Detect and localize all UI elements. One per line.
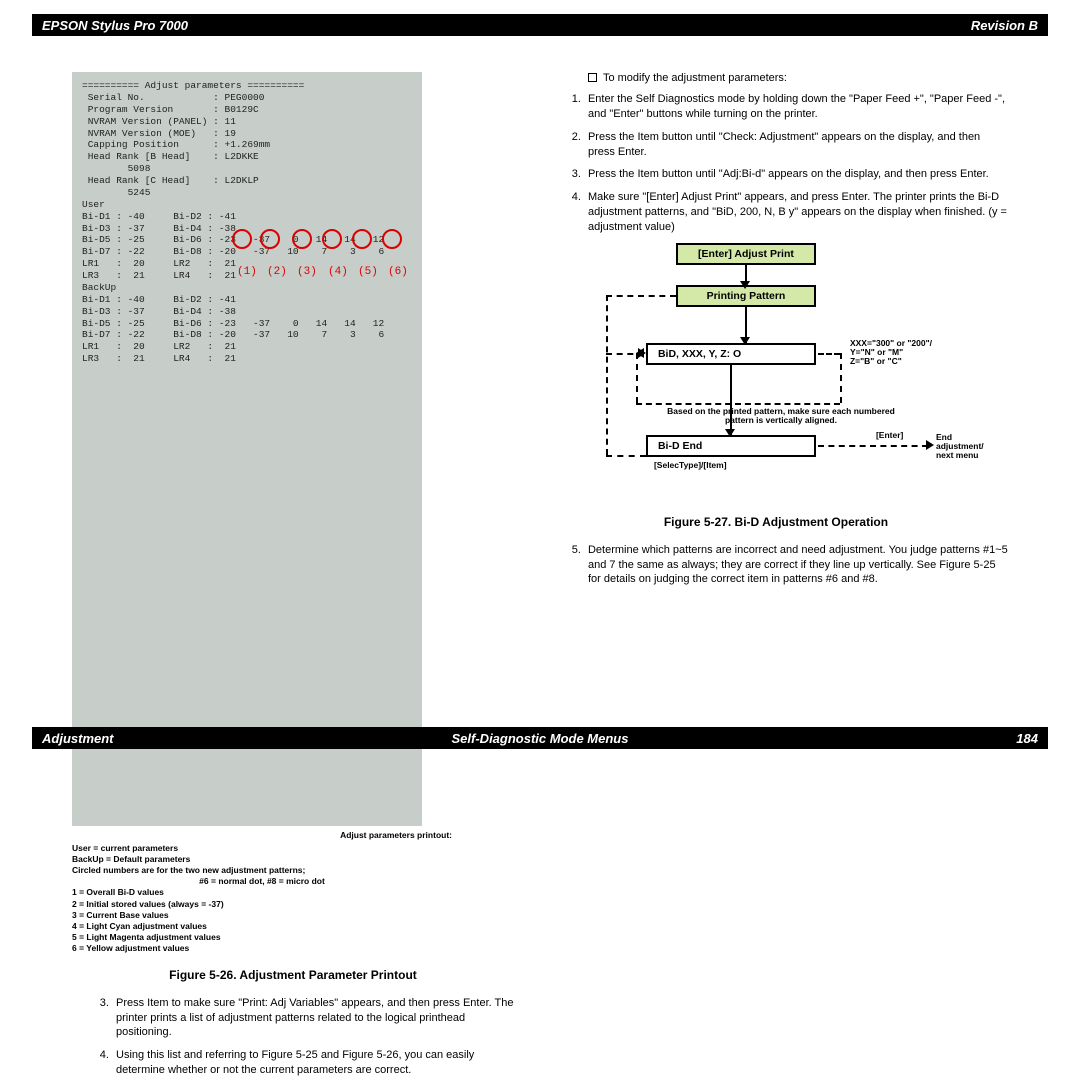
flow-note-xxx: XXX="300" or "200"/ Y="N" or "M" Z="B" o… <box>850 339 960 367</box>
footer-bar: Adjustment Self-Diagnostic Mode Menus 18… <box>32 727 1048 749</box>
modify-intro: To modify the adjustment parameters: <box>544 72 1008 84</box>
right-steps: Enter the Self Diagnostics mode by holdi… <box>544 92 1008 235</box>
flow-box-end: Bi-D End <box>646 435 816 457</box>
page-body: ========== Adjust parameters ========== … <box>32 42 1048 721</box>
footer-right: 184 <box>1016 731 1038 746</box>
r-step-4: Make sure "[Enter] Adjust Print" appears… <box>584 190 1008 235</box>
header-left: EPSON Stylus Pro 7000 <box>42 18 188 33</box>
flow-note-aligned: Based on the printed pattern, make sure … <box>656 407 906 426</box>
step-4: Using this list and referring to Figure … <box>112 1048 514 1078</box>
flow-lab-enter: [Enter] <box>876 431 903 440</box>
figure-5-27-caption: Figure 5-27. Bi-D Adjustment Operation <box>544 515 1008 529</box>
left-column: ========== Adjust parameters ========== … <box>72 72 514 711</box>
r-step-2: Press the Item button until "Check: Adju… <box>584 130 1008 160</box>
step-3: Press Item to make sure "Print: Adj Vari… <box>112 996 514 1041</box>
flow-box-adjust-print: [Enter] Adjust Print <box>676 243 816 265</box>
flow-lab-sel: [SelecType]/[Item] <box>654 461 727 470</box>
r-step-5: Determine which patterns are incorrect a… <box>584 543 1008 588</box>
header-right: Revision B <box>971 18 1038 33</box>
legend-caption: Adjust parameters printout: <box>72 830 452 841</box>
flow-lab-end: End adjustment/ next menu <box>936 433 996 461</box>
header-bar: EPSON Stylus Pro 7000 Revision B <box>32 14 1048 36</box>
figure-5-26-caption: Figure 5-26. Adjustment Parameter Printo… <box>72 968 514 982</box>
left-steps: Press Item to make sure "Print: Adj Vari… <box>72 996 514 1078</box>
right-steps-cont: Determine which patterns are incorrect a… <box>544 543 1008 588</box>
footer-mid: Self-Diagnostic Mode Menus <box>32 731 1048 746</box>
flow-box-bid: BiD, XXX, Y, Z: O <box>646 343 816 365</box>
flowchart: [Enter] Adjust Print Printing Pattern Bi… <box>586 243 966 501</box>
printout-image: ========== Adjust parameters ========== … <box>72 72 422 826</box>
footer-left: Adjustment <box>42 731 114 746</box>
r-step-1: Enter the Self Diagnostics mode by holdi… <box>584 92 1008 122</box>
right-column: To modify the adjustment parameters: Ent… <box>544 72 1008 711</box>
printout-legend: Adjust parameters printout: User = curre… <box>72 830 452 954</box>
r-step-3: Press the Item button until "Adj:Bi-d" a… <box>584 167 1008 182</box>
checkbox-icon <box>588 73 597 82</box>
